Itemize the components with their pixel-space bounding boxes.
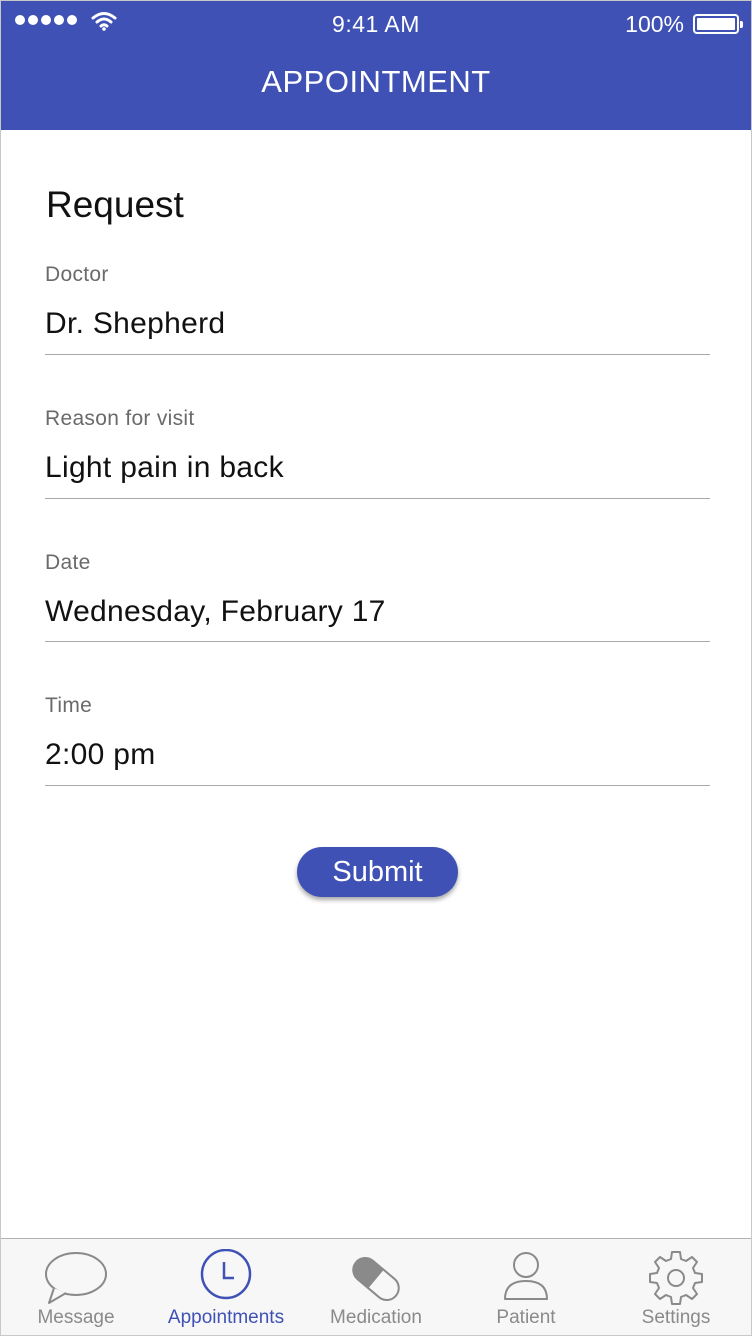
gear-icon [649,1251,703,1305]
page-title: APPOINTMENT [261,64,491,99]
status-bar: 9:41 AM 100% [1,1,751,45]
clock-icon [200,1249,252,1300]
field-label: Date [45,551,91,574]
time-field[interactable]: Time 2:00 pm [45,694,710,786]
submit-button[interactable]: Submit [297,847,458,897]
field-value: Dr. Shepherd [45,307,226,340]
tab-bar: Message Appointments Medication Patient … [1,1238,751,1335]
field-value: Light pain in back [45,451,284,484]
doctor-field[interactable]: Doctor Dr. Shepherd [45,263,710,355]
tab-label: Patient [496,1307,556,1328]
tab-appointments[interactable]: Appointments [151,1239,301,1335]
app-header: 9:41 AM 100% APPOINTMENT [1,1,751,130]
field-label: Reason for visit [45,407,195,430]
tab-label: Appointments [167,1307,285,1328]
tab-label: Medication [330,1307,422,1328]
tab-label: Settings [641,1307,711,1328]
app-screen: 9:41 AM 100% APPOINTMENT Request Doctor … [0,0,752,1336]
tab-patient[interactable]: Patient [451,1239,601,1335]
pill-icon [352,1257,400,1301]
section-heading: Request [46,184,184,225]
field-label: Doctor [45,263,109,286]
battery-percent: 100% [625,11,684,37]
reason-field[interactable]: Reason for visit Light pain in back [45,407,710,499]
tab-message[interactable]: Message [1,1239,151,1335]
field-label: Time [45,694,93,717]
speech-bubble-icon [45,1252,107,1304]
date-field[interactable]: Date Wednesday, February 17 [45,551,710,642]
tab-label: Message [37,1307,115,1328]
tab-medication[interactable]: Medication [301,1239,451,1335]
field-value: Wednesday, February 17 [45,595,386,628]
battery-icon [693,14,743,34]
person-icon [504,1252,548,1300]
field-value: 2:00 pm [45,738,156,771]
tab-settings[interactable]: Settings [601,1239,751,1335]
